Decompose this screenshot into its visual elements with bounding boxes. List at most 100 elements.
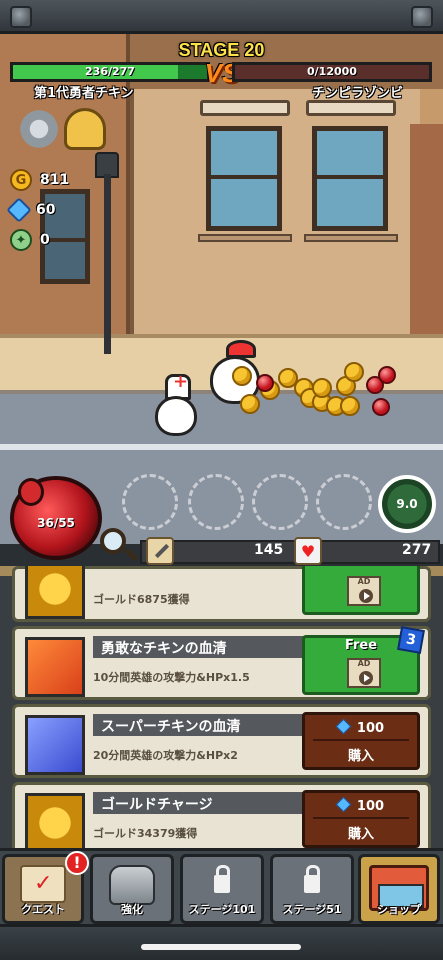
armor-icon (109, 865, 155, 905)
lock-icon (214, 865, 230, 893)
player-name: 第1代勇者チキン (34, 86, 134, 101)
shop-item: スーパーチキンの血清 20分間英雄の攻撃力&HPx2 100 購入 (12, 704, 431, 778)
item-desc: ゴールド34379獲得 (93, 827, 198, 840)
bottom-frame (0, 924, 443, 960)
attack-value: 145 (254, 542, 284, 558)
road-line (0, 444, 443, 450)
watch-ad-button[interactable]: AD (302, 566, 420, 615)
red-orb (256, 374, 274, 392)
nav-label: クエスト (21, 903, 65, 916)
potion-cap (18, 478, 44, 506)
coin (232, 366, 252, 386)
gem-counter: 60 (6, 197, 56, 223)
ad-label: AD (357, 577, 371, 586)
enemy-hp-bar: 0/12000 (232, 62, 432, 82)
player-hp-text: 236/277 (85, 65, 135, 78)
potion-value: 36/55 (37, 516, 75, 530)
gold-coin-icon: G (10, 169, 32, 191)
awning (200, 100, 290, 116)
skill-timer[interactable]: 9.0 (378, 475, 436, 533)
ad-play-icon: AD (347, 576, 381, 606)
gold-counter: G 811 (10, 168, 69, 192)
nav-label: 強化 (121, 903, 143, 916)
gold-value: 811 (40, 172, 70, 188)
settings-gear-icon[interactable] (18, 108, 60, 150)
nav-quest[interactable]: ! クエスト (2, 851, 89, 924)
count-badge: 3 (397, 626, 425, 654)
top-frame (0, 0, 443, 34)
hero-slot[interactable] (188, 474, 244, 530)
shop-item: 勇敢なチキンの血清 10分間英雄の攻撃力&HPx1.5 Free AD 3 (12, 626, 431, 700)
achievement-medal-icon[interactable] (64, 108, 106, 150)
item-title: スーパーチキンの血清 (93, 714, 309, 736)
nav-label: ステージ51 (282, 903, 342, 916)
timer-value: 9.0 (396, 497, 418, 511)
price: 100 (305, 796, 417, 814)
quest-scroll-icon (20, 865, 66, 903)
item-title: 勇敢なチキンの血清 (93, 636, 309, 658)
gem-icon (335, 796, 352, 813)
price-value: 100 (356, 721, 385, 736)
enemy-name: チンピラゾンビ (312, 86, 404, 101)
battle-scene (0, 34, 443, 544)
shop-item: ゴールドチャージ ゴールド34379獲得 100 購入 (12, 782, 431, 848)
street-lamp-post (104, 174, 111, 354)
divider (313, 817, 409, 819)
home-indicator[interactable] (141, 944, 301, 950)
medal-value: 0 (40, 232, 50, 248)
price: 100 (305, 718, 417, 736)
nav-stage-101[interactable]: ステージ101 (180, 854, 264, 924)
priest-chicken (155, 396, 197, 436)
buy-button[interactable]: 100 購入 (302, 712, 420, 770)
item-title: ゴールドチャージ (93, 792, 309, 814)
buy-label: 購入 (347, 827, 374, 842)
shop-item: ゴールド6875獲得 AD (12, 566, 431, 622)
item-desc: 20分間英雄の攻撃力&HPx2 (93, 749, 238, 762)
hero-slot[interactable] (316, 474, 372, 530)
sword-icon (146, 537, 174, 565)
window-sill (304, 234, 398, 242)
awning (306, 100, 396, 116)
ad-label: AD (357, 659, 371, 668)
bottom-nav: ! クエスト 強化 ステージ101 ステージ51 ショップ (0, 848, 443, 924)
player-hp-bar: 236/277 (10, 62, 210, 82)
hero-slot[interactable] (122, 474, 178, 530)
play-icon (359, 671, 373, 685)
window-sill (198, 234, 292, 242)
bolt-icon (411, 6, 433, 28)
shop-list-panel[interactable]: ゴールド6875獲得 AD 勇敢なチキンの血清 10分間英雄の攻撃力&HPx1.… (0, 566, 443, 848)
buy-button[interactable]: 100 購入 (302, 790, 420, 848)
red-serum-icon (25, 637, 85, 697)
gem-value: 60 (36, 202, 56, 218)
magnifier-icon[interactable] (100, 528, 126, 554)
gem-icon (6, 197, 32, 223)
gem-icon (335, 718, 352, 735)
item-desc: 10分間英雄の攻撃力&HPx1.5 (93, 671, 250, 684)
stat-bar (140, 540, 440, 564)
nav-upgrade[interactable]: 強化 (90, 854, 174, 924)
divider (313, 739, 409, 741)
play-icon (359, 589, 373, 603)
enemy-hp-text: 0/12000 (307, 65, 357, 78)
alert-badge: ! (65, 851, 89, 875)
ad-play-icon: AD (347, 658, 381, 688)
gold-pile-icon (25, 793, 85, 848)
window (206, 126, 282, 231)
price-value: 100 (356, 799, 385, 814)
nav-shop[interactable]: ショップ (358, 854, 440, 924)
buy-label: 購入 (347, 749, 374, 764)
heart-icon: ♥ (294, 537, 322, 565)
coin (312, 378, 332, 398)
free-ad-button[interactable]: Free AD 3 (302, 626, 425, 695)
window (312, 126, 388, 231)
blue-serum-icon (25, 715, 85, 775)
nav-label: ショップ (377, 903, 421, 916)
gold-coin-icon (25, 566, 85, 619)
medal-icon: ✦ (10, 229, 32, 251)
hero-slot[interactable] (252, 474, 308, 530)
building-right (410, 124, 443, 354)
coin (240, 394, 260, 414)
hp-value: 277 (402, 542, 432, 558)
nav-stage-51[interactable]: ステージ51 (270, 854, 354, 924)
item-desc: ゴールド6875獲得 (93, 593, 190, 606)
